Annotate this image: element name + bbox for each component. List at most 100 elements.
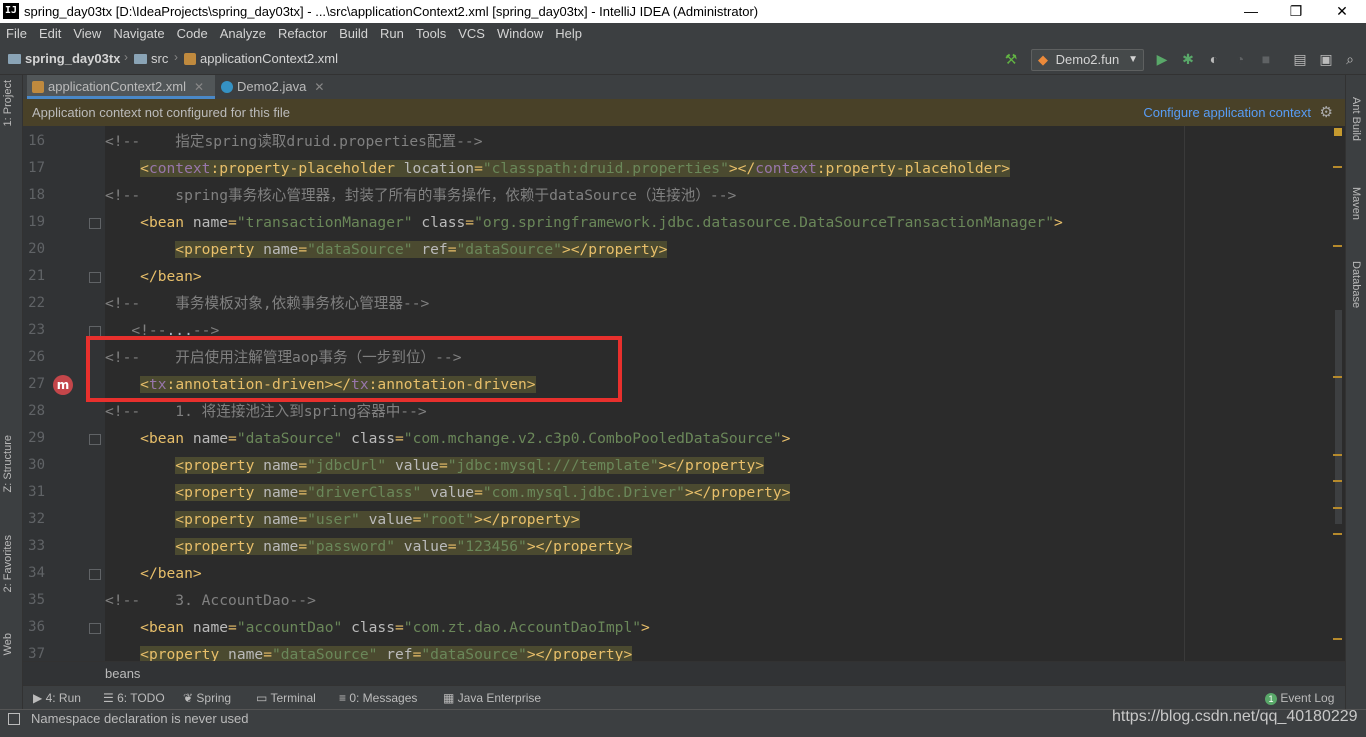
code-token: =: [474, 160, 483, 177]
code-line: <bean name="accountDao" class="com.zt.da…: [105, 614, 650, 641]
configure-context-link[interactable]: Configure application context: [1143, 105, 1311, 120]
fold-marker-icon[interactable]: [89, 272, 101, 283]
menu-file[interactable]: File: [0, 23, 33, 44]
code-token: <property: [175, 511, 264, 528]
code-token: [386, 457, 395, 474]
tool-terminal[interactable]: ▭ Terminal: [256, 691, 316, 705]
menu-build[interactable]: Build: [333, 23, 374, 44]
code-token: context: [755, 160, 817, 177]
menu-navigate[interactable]: Navigate: [107, 23, 170, 44]
stripe-marker[interactable]: [1333, 376, 1342, 378]
stripe-marker[interactable]: [1333, 245, 1342, 247]
close-icon[interactable]: ✕: [314, 80, 324, 94]
tool-todo[interactable]: ☰ 6: TODO: [103, 691, 165, 705]
tab-applicationcontext2-xml[interactable]: applicationContext2.xml ✕: [27, 75, 215, 99]
tool-messages[interactable]: ≡ 0: Messages: [339, 691, 417, 705]
fold-marker-icon[interactable]: [89, 218, 101, 229]
scrollbar-thumb[interactable]: [1335, 310, 1342, 524]
fold-marker-icon[interactable]: [89, 434, 101, 445]
code-token: context: [148, 160, 211, 177]
stripe-marker[interactable]: [1333, 454, 1342, 456]
profile-icon[interactable]: ◔: [1232, 51, 1248, 67]
code-token: "dataSource": [307, 241, 413, 258]
stripe-marker[interactable]: [1333, 480, 1342, 482]
nav-file[interactable]: applicationContext2.xml: [184, 51, 338, 66]
project-structure-icon[interactable]: ▤: [1292, 51, 1308, 67]
code-line: <!-- 3. AccountDao-->: [105, 587, 316, 614]
fold-marker-icon[interactable]: [89, 569, 101, 580]
line-number: 33: [28, 538, 45, 554]
stripe-marker[interactable]: [1333, 533, 1342, 535]
build-hammer-icon[interactable]: ⚒: [1003, 51, 1019, 67]
code-token: "jdbc:mysql:///template": [447, 457, 659, 474]
stripe-marker[interactable]: [1333, 166, 1342, 168]
code-token: <!-- 1. 将连接池注入到spring容器中-->: [105, 403, 427, 420]
tool-structure[interactable]: Z: Structure: [2, 435, 14, 492]
tool-ant-build[interactable]: Ant Build: [1350, 97, 1362, 141]
fold-marker-icon[interactable]: [89, 623, 101, 634]
editor-breadcrumb: beans: [23, 661, 1345, 686]
nav-project[interactable]: spring_day03tx: [8, 51, 120, 66]
warning-indicator-icon[interactable]: [1334, 128, 1342, 136]
tool-event-log[interactable]: 1 Event Log: [1265, 691, 1334, 705]
maximize-button[interactable]: ❐: [1273, 0, 1319, 23]
code-token: <bean: [140, 430, 193, 447]
stripe-marker[interactable]: [1333, 507, 1342, 509]
menu-edit[interactable]: Edit: [33, 23, 67, 44]
tool-java-enterprise[interactable]: ▦ Java Enterprise: [443, 691, 541, 705]
error-stripe[interactable]: [1330, 126, 1345, 661]
tool-run[interactable]: ▶ 4: Run: [33, 691, 81, 705]
code-token: class: [351, 430, 395, 447]
menu-bar: File Edit View Navigate Code Analyze Ref…: [0, 23, 1366, 44]
coverage-icon[interactable]: ◐: [1206, 51, 1222, 67]
tool-web[interactable]: Web: [2, 633, 14, 655]
menu-refactor[interactable]: Refactor: [272, 23, 333, 44]
tool-project[interactable]: 1: Project: [2, 80, 14, 126]
menu-analyze[interactable]: Analyze: [214, 23, 272, 44]
menu-view[interactable]: View: [67, 23, 107, 44]
nav-folder[interactable]: src: [134, 51, 168, 66]
menu-vcs[interactable]: VCS: [452, 23, 491, 44]
code-token: location: [403, 160, 475, 177]
tool-database[interactable]: Database: [1350, 261, 1362, 308]
code-token: "dataSource": [421, 646, 527, 661]
menu-window[interactable]: Window: [491, 23, 549, 44]
code-token: ></property>: [658, 457, 765, 474]
debug-icon[interactable]: ✱: [1180, 51, 1196, 67]
line-number: 17: [28, 160, 45, 176]
stop-icon[interactable]: ■: [1258, 51, 1274, 67]
tab-demo2-java[interactable]: Demo2.java ✕: [219, 75, 324, 99]
tool-favorites[interactable]: 2: Favorites: [2, 535, 14, 592]
layout-icon[interactable]: ▣: [1318, 51, 1334, 67]
close-icon[interactable]: ✕: [194, 80, 204, 94]
code-line: <!-- 事务模板对象,依赖事务核心管理器-->: [105, 290, 429, 317]
code-token: [359, 511, 369, 528]
stripe-marker[interactable]: [1333, 638, 1342, 640]
gear-icon[interactable]: ⚙: [1320, 103, 1333, 121]
close-window-button[interactable]: ✕: [1319, 0, 1365, 23]
messages-icon: ≡: [339, 691, 350, 705]
menu-run[interactable]: Run: [374, 23, 410, 44]
menu-help[interactable]: Help: [549, 23, 588, 44]
run-icon[interactable]: ▶: [1154, 51, 1170, 67]
code-line: <!-- spring事务核心管理器，封装了所有的事务操作，依赖于dataSou…: [105, 182, 736, 209]
code-line: <bean name="transactionManager" class="o…: [105, 209, 1063, 236]
menu-code[interactable]: Code: [171, 23, 214, 44]
spring-bean-marker-icon[interactable]: m: [53, 375, 73, 395]
tool-spring[interactable]: ❦ Spring: [183, 691, 231, 705]
code-token: <property: [140, 646, 229, 661]
code-token: "123456": [456, 538, 527, 555]
search-icon[interactable]: ⌕: [1342, 51, 1358, 67]
tool-spring-label: Spring: [196, 691, 232, 705]
tool-windows-icon[interactable]: [8, 713, 20, 725]
code-token: ref: [386, 646, 413, 661]
code-token: value: [395, 457, 439, 474]
run-configuration-select[interactable]: ◆ Demo2.fun ▼: [1031, 49, 1144, 71]
minimize-button[interactable]: —: [1228, 0, 1274, 23]
menu-tools[interactable]: Tools: [410, 23, 452, 44]
tool-maven[interactable]: Maven: [1350, 187, 1362, 220]
code-token: "accountDao": [236, 619, 343, 636]
nav-file-label: applicationContext2.xml: [200, 51, 339, 66]
breadcrumb-beans[interactable]: beans: [105, 666, 140, 681]
